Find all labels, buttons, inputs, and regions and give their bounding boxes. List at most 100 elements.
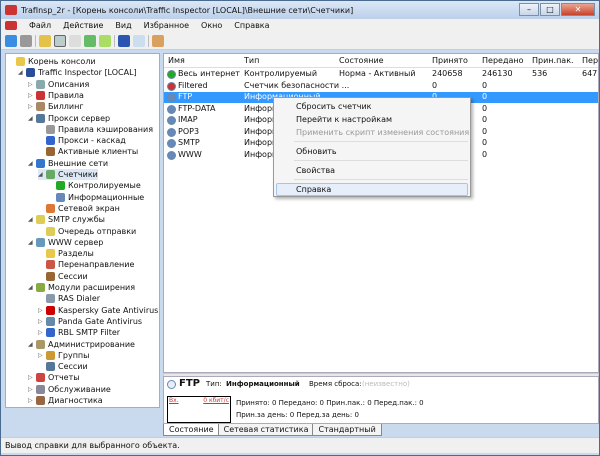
maximize-button[interactable]: □	[540, 3, 560, 16]
column-name[interactable]: Имя	[168, 56, 185, 65]
expand-toggle[interactable]: ▷	[38, 307, 46, 314]
column-tx-packets[interactable]: Пер	[582, 56, 598, 65]
expand-toggle[interactable]: ◢	[38, 171, 46, 178]
counter-icon	[167, 104, 176, 114]
tab-state[interactable]: Состояние	[163, 424, 220, 436]
menu-item-goto-settings[interactable]: Перейти к настройкам	[296, 115, 392, 124]
tree-item[interactable]: Информационные	[48, 192, 144, 203]
column-state[interactable]: Состояние	[339, 56, 384, 65]
refresh-icon[interactable]	[84, 34, 96, 47]
expand-toggle[interactable]: ▷	[28, 81, 36, 88]
tree-item[interactable]: ▷ Группы	[38, 350, 89, 361]
menu-window[interactable]: Окно	[201, 21, 222, 30]
tree-item[interactable]: ▷ Биллинг	[28, 101, 84, 112]
tree-item[interactable]: ▷ Обслуживание	[28, 384, 111, 395]
tree-item[interactable]: ◢ Администрирование	[28, 339, 135, 350]
tree-item[interactable]: ▷ Kaspersky Gate Antivirus	[38, 305, 158, 316]
menu-item-help[interactable]: Справка	[296, 185, 331, 194]
expand-toggle[interactable]: ▷	[28, 103, 36, 110]
tree-item[interactable]: ▷ Правила	[28, 90, 84, 101]
expand-toggle[interactable]: ▷	[28, 374, 36, 381]
tree-item[interactable]: Правила кэширования	[38, 124, 153, 135]
expand-toggle[interactable]: ▷	[28, 92, 36, 99]
tree-node-icon	[36, 113, 45, 123]
expand-toggle[interactable]: ▷	[38, 352, 46, 359]
console-icon[interactable]	[133, 34, 145, 47]
menu-view[interactable]: Вид	[115, 21, 131, 30]
tree-item[interactable]: Очередь отправки	[38, 226, 136, 237]
tree-item[interactable]: ▷ Описания	[28, 79, 89, 90]
cell-state: Норма - Активный	[339, 69, 416, 78]
tree-item[interactable]: ◢ SMTP службы	[28, 214, 105, 225]
tree-item[interactable]: ◢ Счетчики	[38, 169, 98, 180]
console-tree[interactable]: Корень консоли ◢ Traffic Inspector [LOCAL]…	[5, 53, 160, 408]
menu-favorites[interactable]: Избранное	[144, 21, 189, 30]
expand-toggle[interactable]: ◢	[28, 160, 36, 167]
up-folder-icon[interactable]	[39, 34, 51, 47]
tab-standard[interactable]: Стандартный	[312, 424, 382, 436]
expand-toggle[interactable]: ◢	[28, 239, 36, 246]
column-type[interactable]: Тип	[244, 56, 259, 65]
table-row[interactable]: Filtered Счетчик безопасности ... 0 0	[164, 81, 598, 92]
tree-item[interactable]: ◢ Внешние сети	[28, 158, 108, 169]
tree-item[interactable]: ▷ RBL SMTP Filter	[38, 327, 120, 338]
export-icon[interactable]	[99, 34, 111, 47]
column-received[interactable]: Принято	[432, 56, 468, 65]
toolbar-separator	[35, 34, 36, 47]
table-row[interactable]: Весь интернет Контролируемый Норма - Актив…	[164, 69, 598, 80]
tree-item-label: Сессии	[58, 362, 88, 372]
app-menu-icon[interactable]	[5, 21, 17, 30]
tree-node-icon	[36, 283, 45, 292]
tree-item-label: Счетчики	[58, 170, 98, 179]
tree-item[interactable]: ◢ Модули расширения	[28, 282, 135, 293]
tree-item[interactable]: ▷ Диагностика	[28, 395, 103, 406]
close-button[interactable]: ✕	[561, 3, 595, 16]
help-icon[interactable]	[118, 34, 130, 47]
show-tree-icon[interactable]	[54, 34, 66, 47]
details-stats: Принято: 0 Передано: 0 Прин.пак.: 0 Пере…	[236, 399, 424, 407]
tree-item[interactable]: RAS Dialer	[38, 293, 100, 304]
tree-node-icon	[46, 170, 55, 179]
column-rx-packets[interactable]: Прин.пак.	[532, 56, 574, 65]
tree-item[interactable]: Перенаправление	[38, 259, 134, 270]
expand-toggle[interactable]: ▷	[38, 318, 46, 325]
menu-item-properties[interactable]: Свойства	[296, 166, 335, 175]
expand-toggle[interactable]: ▷	[38, 329, 46, 336]
menu-help[interactable]: Справка	[234, 21, 269, 30]
tree-node-icon	[36, 215, 45, 225]
tree-item[interactable]: Прокси - каскад	[38, 135, 126, 146]
tree-item-label: Перенаправление	[58, 260, 135, 270]
menu-action[interactable]: Действие	[63, 21, 103, 30]
tree-item[interactable]: Сессии	[38, 271, 88, 282]
expand-toggle[interactable]: ◢	[28, 115, 36, 122]
menu-item-reset-counter[interactable]: Сбросить счетчик	[296, 102, 371, 111]
expand-toggle[interactable]: ◢	[28, 341, 36, 348]
tree-item[interactable]: Корень консоли	[8, 56, 96, 67]
back-icon[interactable]	[5, 34, 17, 47]
tab-network-stats[interactable]: Сетевая статистика	[217, 424, 315, 436]
minimize-button[interactable]: –	[519, 3, 539, 16]
menu-file[interactable]: Файл	[29, 21, 51, 30]
expand-toggle[interactable]: ◢	[28, 284, 36, 291]
tree-item[interactable]: Разделы	[38, 248, 94, 259]
expand-toggle[interactable]: ◢	[28, 216, 36, 223]
expand-toggle[interactable]: ▷	[28, 397, 36, 404]
tree-item[interactable]: ◢ Traffic Inspector [LOCAL]	[18, 67, 137, 78]
expand-toggle[interactable]: ◢	[18, 69, 26, 76]
menu-item-apply-script: Применить скрипт изменения состояния	[296, 128, 470, 137]
details-type-value: Информационный	[226, 380, 300, 388]
tree-item[interactable]: ◢ WWW сервер	[28, 237, 103, 248]
tree-item[interactable]: ◢ Прокси сервер	[28, 113, 110, 124]
menu-item-refresh[interactable]: Обновить	[296, 147, 337, 156]
column-sent[interactable]: Передано	[482, 56, 524, 65]
tree-item[interactable]: Контролируемые	[48, 180, 141, 191]
tree-item[interactable]: Сетевой экран	[38, 203, 120, 214]
expand-toggle[interactable]: ▷	[28, 386, 36, 393]
properties-icon[interactable]	[69, 34, 81, 47]
tree-item[interactable]: ▷ Panda Gate Antivirus	[38, 316, 142, 327]
reset-counter-icon[interactable]	[152, 34, 164, 47]
tree-item[interactable]: Активные клиенты	[38, 146, 138, 157]
forward-icon[interactable]	[20, 34, 32, 47]
tree-item[interactable]: ▷ Отчеты	[28, 372, 80, 383]
tree-item[interactable]: Сессии	[38, 361, 88, 372]
